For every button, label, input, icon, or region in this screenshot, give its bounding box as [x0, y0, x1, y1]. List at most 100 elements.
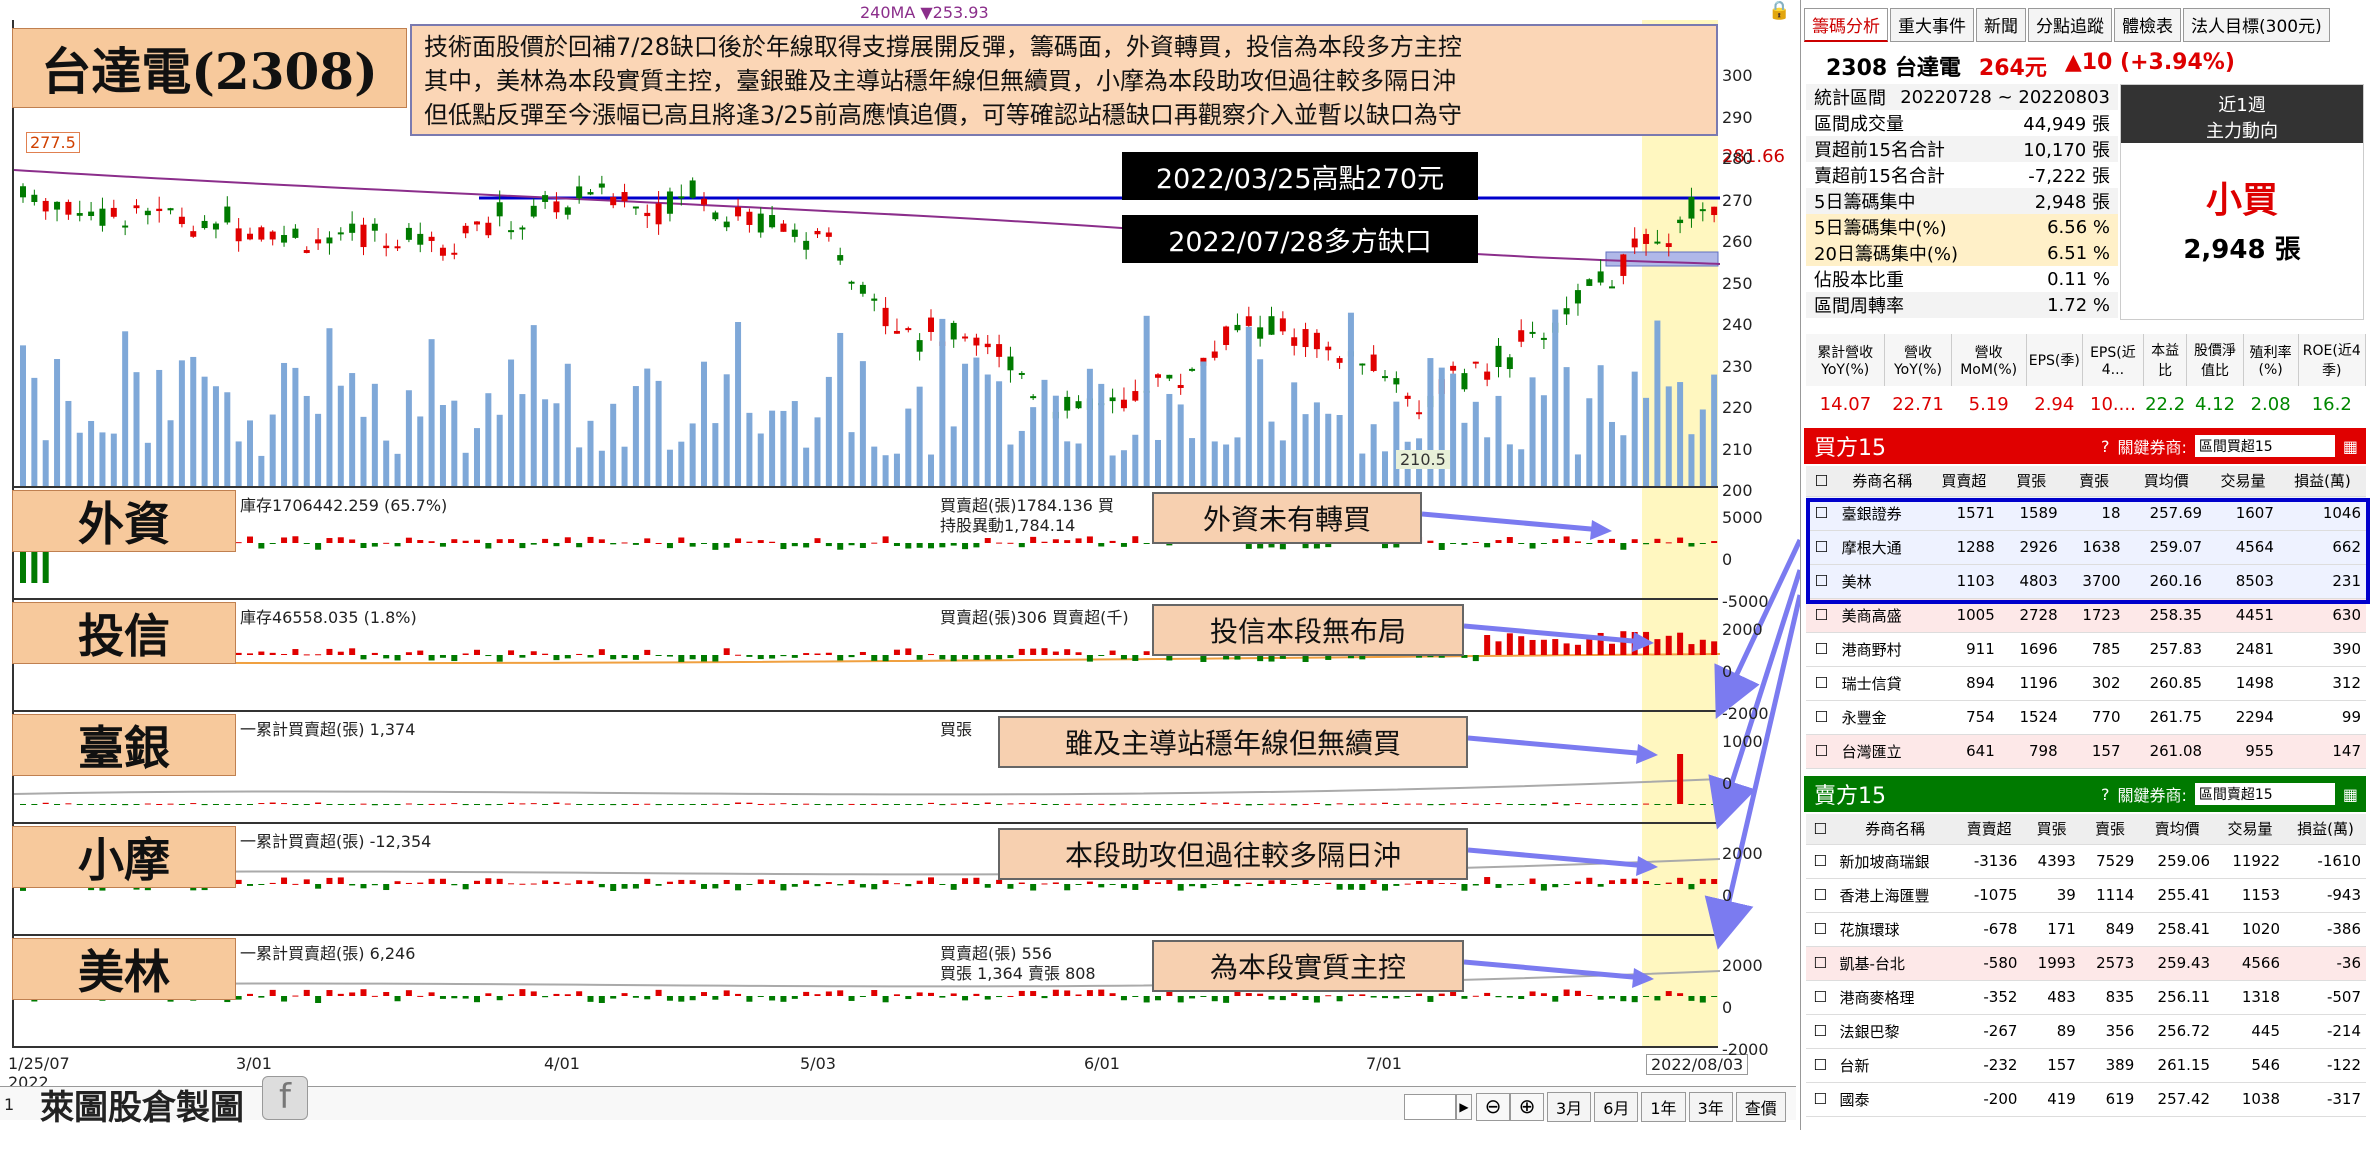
- broker-row[interactable]: ☐ 花旗環球 -678 171 849 258.41 1020 -386: [1806, 912, 2366, 947]
- buy-filter-select[interactable]: 區間買超15: [2194, 435, 2335, 457]
- broker-row[interactable]: ☐ 港商野村 911 1696 785 257.83 2481 390: [1806, 632, 2366, 667]
- volume-bar: [564, 363, 571, 486]
- chip-bar: [1574, 803, 1581, 805]
- chip-bar: [1120, 996, 1127, 1001]
- tab-branch-track[interactable]: 分點追蹤: [2028, 8, 2112, 42]
- zoom-in-icon[interactable]: ⊕: [1510, 1093, 1544, 1121]
- broker-row[interactable]: ☐ 法銀巴黎 -267 89 356 256.72 445 -214: [1806, 1014, 2366, 1049]
- row-checkbox[interactable]: ☐: [1806, 1082, 1835, 1117]
- volume-bar: [984, 374, 991, 486]
- select-all-checkbox[interactable]: ☐: [1806, 814, 1835, 845]
- chip-bar: [587, 804, 594, 805]
- chip-bar: [1041, 648, 1048, 655]
- volume-bar: [780, 410, 787, 486]
- candle: [292, 228, 299, 238]
- col-header[interactable]: 買賣超: [1927, 466, 2000, 497]
- broker-row[interactable]: ☐ 香港上海匯豐 -1075 39 1114 255.41 1153 -943: [1806, 878, 2366, 913]
- chip-bar: [848, 655, 855, 658]
- row-checkbox[interactable]: ☐: [1806, 980, 1835, 1015]
- broker-row[interactable]: ☐ 台灣匯立 641 798 157 261.08 955 147: [1806, 734, 2366, 769]
- col-header[interactable]: 賣張: [2080, 814, 2140, 845]
- volume-bar: [848, 432, 855, 486]
- row-checkbox[interactable]: ☐: [1806, 700, 1837, 735]
- candle: [326, 237, 333, 244]
- tab-target[interactable]: 法人目標(300元): [2183, 8, 2330, 42]
- chip-bar: [65, 803, 72, 805]
- chip-bar: [1563, 884, 1570, 885]
- chip-bar: [1336, 803, 1343, 805]
- col-header[interactable]: 賣張: [2062, 466, 2126, 497]
- chip-bar: [1518, 884, 1525, 886]
- col-header[interactable]: 賣均價: [2139, 814, 2216, 845]
- sell-grid-icon[interactable]: ▦: [2343, 785, 2358, 804]
- broker-row[interactable]: ☐ 瑞士信貸 894 1196 302 260.85 1498 312: [1806, 666, 2366, 701]
- row-checkbox[interactable]: ☐: [1806, 632, 1837, 667]
- row-checkbox[interactable]: ☐: [1806, 912, 1835, 947]
- lock-icon[interactable]: 🔒: [1768, 0, 1790, 21]
- row-checkbox[interactable]: ☐: [1806, 844, 1835, 879]
- select-all-checkbox[interactable]: ☐: [1806, 466, 1837, 497]
- broker-name: 花旗環球: [1834, 912, 1956, 947]
- date-input[interactable]: [1404, 1094, 1456, 1120]
- chip-bar: [258, 803, 265, 805]
- broker-cell: -122: [2285, 1048, 2366, 1083]
- broker-row[interactable]: ☐ 永豐金 754 1524 770 261.75 2294 99: [1806, 700, 2366, 735]
- chip-bar: [871, 655, 878, 661]
- broker-row[interactable]: ☐ 台新 -232 157 389 261.15 546 -122: [1806, 1048, 2366, 1083]
- sell-help-icon[interactable]: ?: [2101, 785, 2110, 804]
- broker-row[interactable]: ☐ 國泰 -200 419 619 257.42 1038 -317: [1806, 1082, 2366, 1117]
- row-checkbox[interactable]: ☐: [1806, 1048, 1835, 1083]
- range-6m-button[interactable]: 6月: [1594, 1092, 1639, 1122]
- broker-row[interactable]: ☐ 港商麥格理 -352 483 835 256.11 1318 -507: [1806, 980, 2366, 1015]
- broker-row[interactable]: ☐ 凱基-台北 -580 1993 2573 259.43 4566 -36: [1806, 946, 2366, 981]
- buy-grid-icon[interactable]: ▦: [2343, 437, 2358, 456]
- range-3m-button[interactable]: 3月: [1547, 1092, 1592, 1122]
- facebook-icon[interactable]: f: [262, 1076, 308, 1120]
- scroll-right-icon[interactable]: ▶: [1456, 1094, 1472, 1120]
- chip-bar: [701, 655, 707, 662]
- chip-bar: [1325, 804, 1332, 806]
- chip-bar: [1257, 804, 1264, 806]
- broker-row[interactable]: ☐ 新加坡商瑞銀 -3136 4393 7529 259.06 11922 -1610: [1806, 844, 2366, 879]
- tab-news[interactable]: 新聞: [1976, 8, 2026, 42]
- col-header[interactable]: 券商名稱: [1834, 814, 1956, 845]
- chip-bar: [1064, 649, 1071, 655]
- row-checkbox[interactable]: ☐: [1806, 666, 1837, 701]
- row-checkbox[interactable]: ☐: [1806, 1014, 1835, 1049]
- row-checkbox[interactable]: ☐: [1806, 878, 1835, 913]
- col-header[interactable]: 賣賣超: [1955, 814, 2023, 845]
- page-indicator[interactable]: 1: [4, 1095, 14, 1114]
- query-button[interactable]: 查價: [1735, 1092, 1786, 1122]
- tab-checkup[interactable]: 體檢表: [2114, 8, 2181, 42]
- broker-cell: 302: [2062, 666, 2126, 701]
- chip-bar: [1041, 804, 1048, 805]
- range-1y-button[interactable]: 1年: [1641, 1092, 1686, 1122]
- chip-bar: [825, 991, 832, 996]
- volume-bar: [1313, 402, 1320, 486]
- col-header[interactable]: 券商名稱: [1836, 466, 1928, 497]
- col-header[interactable]: 損益(萬): [2278, 466, 2366, 497]
- tab-chip-analysis[interactable]: 籌碼分析: [1804, 8, 1888, 42]
- tab-events[interactable]: 重大事件: [1890, 8, 1974, 42]
- chip-bar: [235, 996, 242, 1000]
- range-3y-button[interactable]: 3年: [1688, 1092, 1733, 1122]
- col-header[interactable]: 交易量: [2215, 814, 2286, 845]
- col-header[interactable]: 買張: [1999, 466, 2063, 497]
- volume-bar: [417, 416, 424, 486]
- buy-help-icon[interactable]: ?: [2101, 437, 2110, 456]
- col-header[interactable]: 買張: [2022, 814, 2081, 845]
- col-header[interactable]: 損益(萬): [2285, 814, 2366, 845]
- chip-bar: [735, 538, 742, 543]
- chip-bar: [1279, 996, 1286, 1001]
- zoom-out-icon[interactable]: ⊖: [1476, 1093, 1510, 1121]
- col-header[interactable]: 交易量: [2207, 466, 2279, 497]
- volume-bar: [1586, 398, 1593, 486]
- chip-bar: [326, 877, 333, 884]
- volume-bar: [1234, 437, 1241, 486]
- broker-cell: -232: [1955, 1048, 2023, 1083]
- chip-bar: [973, 543, 980, 548]
- col-header[interactable]: 買均價: [2125, 466, 2208, 497]
- sell-filter-select[interactable]: 區間賣超15: [2194, 783, 2335, 805]
- row-checkbox[interactable]: ☐: [1806, 946, 1835, 981]
- row-checkbox[interactable]: ☐: [1806, 734, 1837, 769]
